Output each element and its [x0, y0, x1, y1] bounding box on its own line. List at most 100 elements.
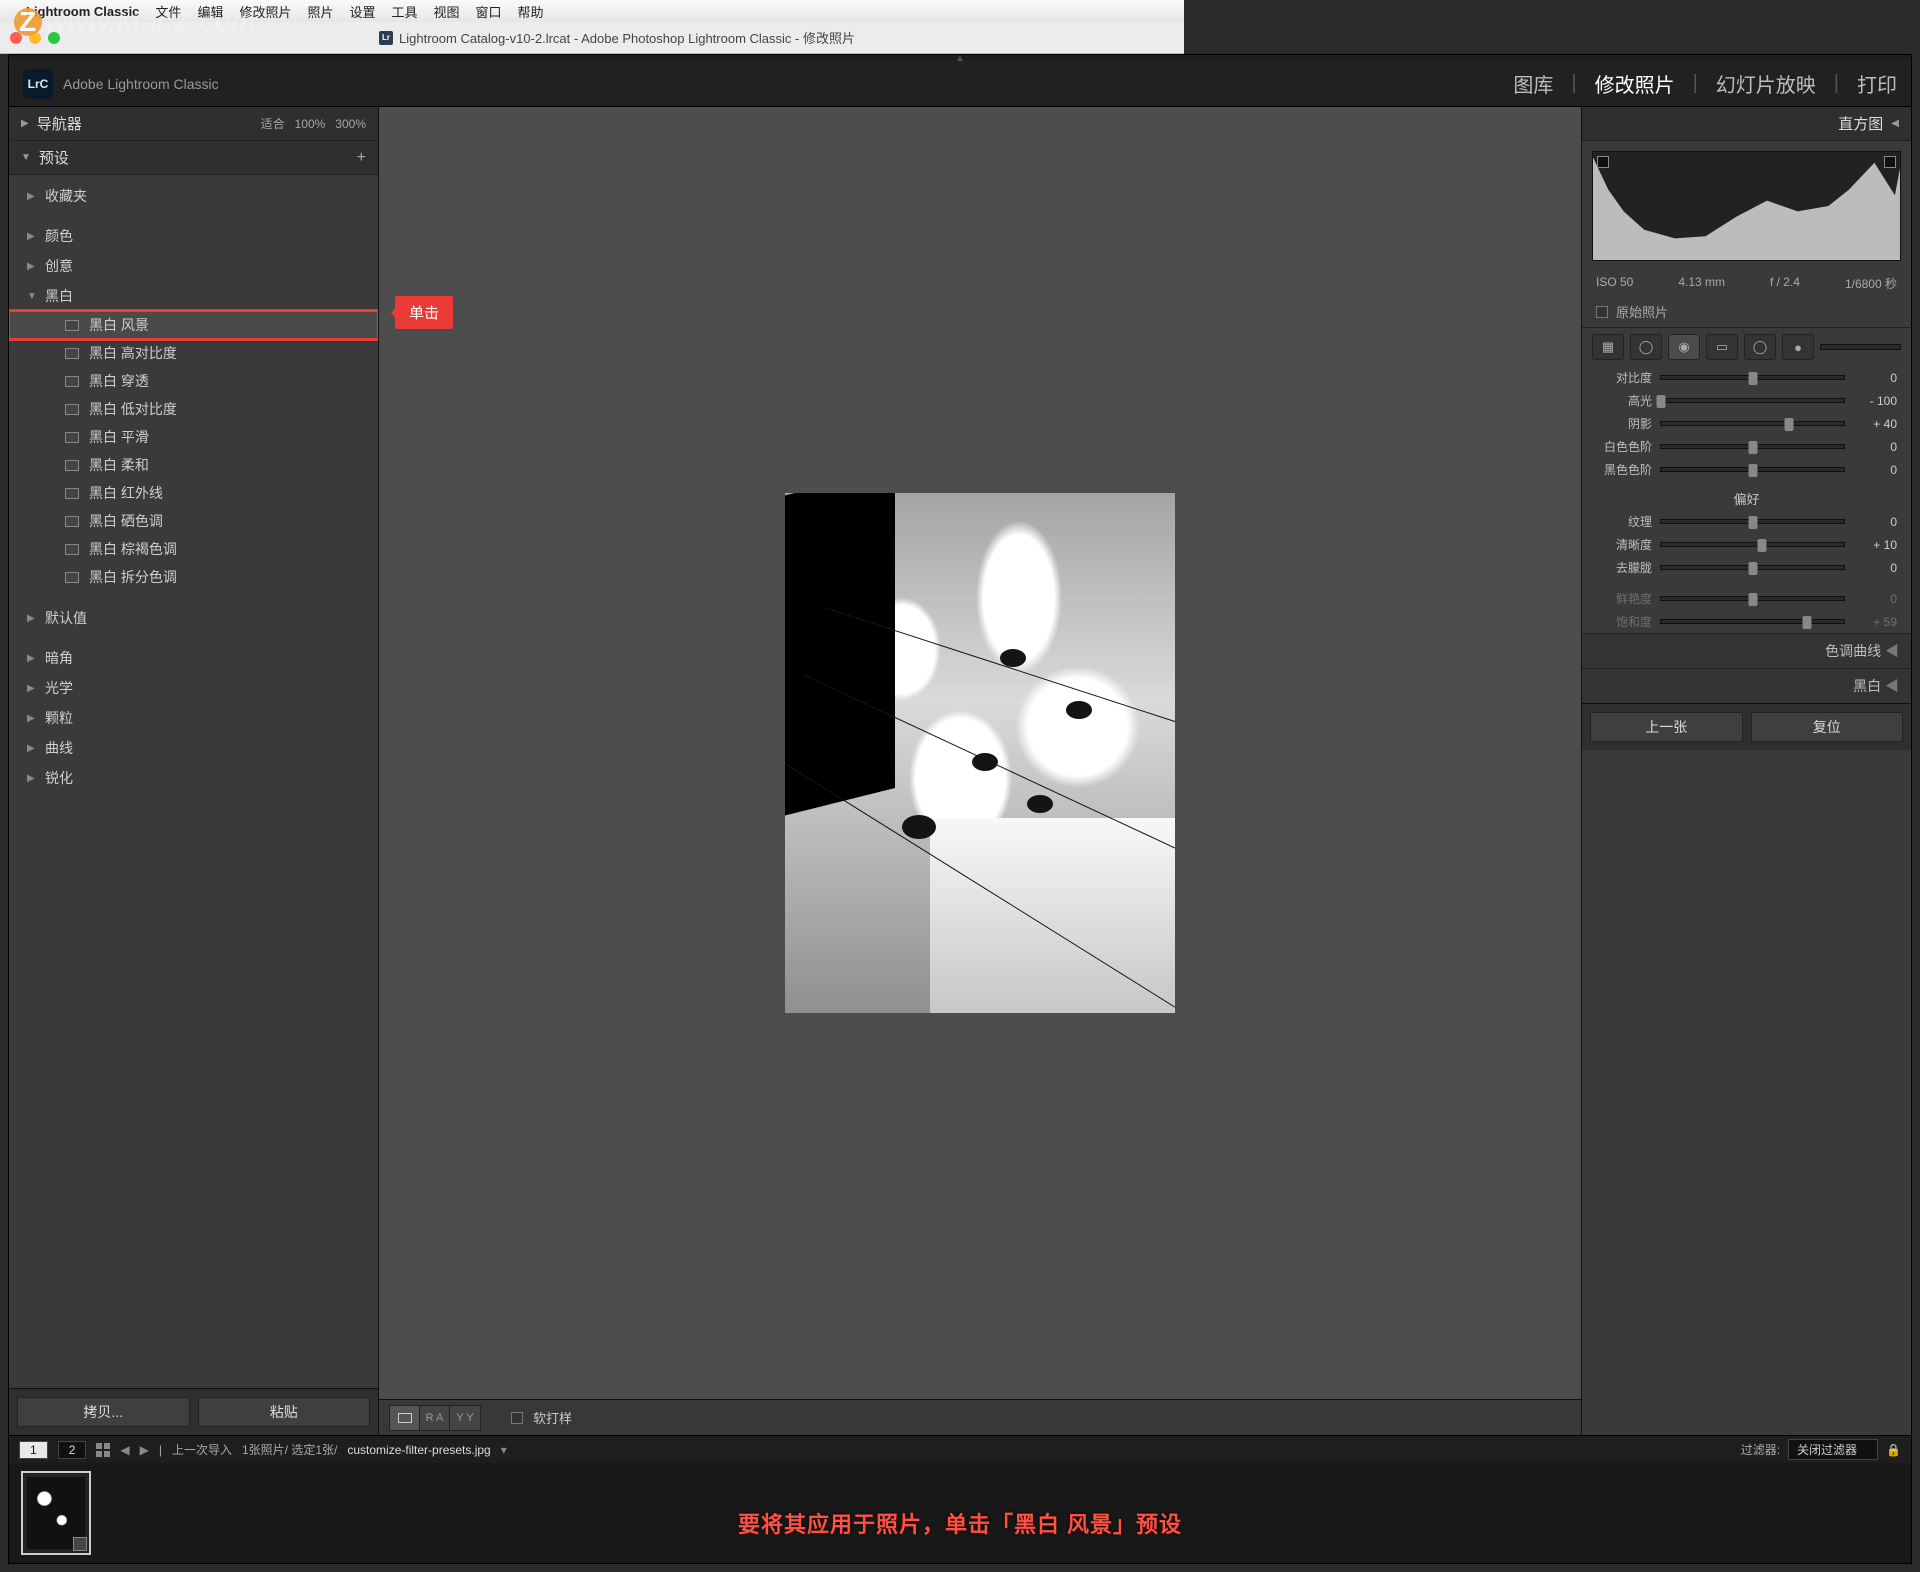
monitor-1-button[interactable]: 1 [19, 1441, 48, 1459]
tone-curve-section[interactable]: 色调曲线 ◀ [1582, 633, 1911, 668]
menubar-app-name[interactable]: Lightroom Classic [26, 4, 139, 19]
nav-back-icon[interactable]: ◀ [120, 1443, 129, 1457]
bw-section[interactable]: 黑白 ◀ [1582, 668, 1911, 703]
preset-group-bw[interactable]: ▼黑白 [9, 281, 378, 311]
slider-knob[interactable] [1757, 539, 1766, 552]
grid-view-icon[interactable] [96, 1443, 110, 1457]
shadow-clip-icon[interactable] [1597, 156, 1609, 168]
slider-knob[interactable] [1748, 441, 1757, 454]
preset-item[interactable]: 黑白 拆分色调 [9, 563, 378, 591]
preset-item[interactable]: 黑白 平滑 [9, 423, 378, 451]
preset-group-favorites[interactable]: ▶收藏夹 [9, 181, 378, 211]
slider-track[interactable] [1660, 444, 1845, 449]
preset-group-curve[interactable]: ▶曲线 [9, 733, 378, 763]
slider-row[interactable]: 黑色色阶0 [1582, 458, 1911, 481]
preset-group-vignette[interactable]: ▶暗角 [9, 643, 378, 673]
slider-row[interactable]: 饱和度+ 59 [1582, 610, 1911, 633]
reset-button[interactable]: 复位 [1751, 712, 1904, 742]
loupe-view-button[interactable] [390, 1406, 420, 1430]
slider-row[interactable]: 对比度0 [1582, 366, 1911, 389]
slider-knob[interactable] [1748, 516, 1757, 529]
slider-track[interactable] [1660, 542, 1845, 547]
softproof-checkbox[interactable] [511, 1412, 523, 1424]
preset-item[interactable]: 黑白 红外线 [9, 479, 378, 507]
slider-row[interactable]: 清晰度+ 10 [1582, 533, 1911, 556]
photo-preview[interactable] [785, 493, 1175, 1013]
slider-track[interactable] [1660, 467, 1845, 472]
preset-group-optics[interactable]: ▶光学 [9, 673, 378, 703]
slider-row[interactable]: 鲜艳度0 [1582, 587, 1911, 610]
preset-group-color[interactable]: ▶颜色 [9, 221, 378, 251]
slider-knob[interactable] [1748, 464, 1757, 477]
preset-item[interactable]: 黑白 高对比度 [9, 339, 378, 367]
slider-knob[interactable] [1748, 372, 1757, 385]
redeye-tool-icon[interactable]: ◉ [1668, 334, 1700, 360]
histogram[interactable] [1592, 151, 1901, 261]
menu-edit[interactable]: 编辑 [197, 2, 223, 21]
module-print[interactable]: 打印 [1857, 69, 1897, 98]
slider-track[interactable] [1660, 398, 1845, 403]
slider-row[interactable]: 白色色阶0 [1582, 435, 1911, 458]
slider-track[interactable] [1660, 375, 1845, 380]
zoom-100[interactable]: 100% [295, 117, 326, 131]
slider-track[interactable] [1660, 619, 1845, 624]
filter-lock-icon[interactable]: 🔒 [1886, 1443, 1901, 1457]
slider-row[interactable]: 去朦胧0 [1582, 556, 1911, 579]
zoom-300[interactable]: 300% [335, 117, 366, 131]
add-preset-icon[interactable]: + [357, 149, 366, 167]
slider-knob[interactable] [1785, 418, 1794, 431]
menu-view[interactable]: 视图 [434, 2, 460, 21]
paste-settings-button[interactable]: 粘贴 [198, 1397, 371, 1427]
slider-knob[interactable] [1657, 395, 1666, 408]
menu-tools[interactable]: 工具 [392, 2, 418, 21]
slider-knob[interactable] [1748, 593, 1757, 606]
minimize-window-button[interactable] [29, 32, 41, 44]
nav-fwd-icon[interactable]: ▶ [140, 1443, 149, 1457]
radial-tool-icon[interactable]: ◯ [1744, 334, 1776, 360]
preset-group-defaults[interactable]: ▶默认值 [9, 603, 378, 633]
slider-knob[interactable] [1803, 616, 1812, 629]
copy-settings-button[interactable]: 拷贝... [17, 1397, 190, 1427]
menu-settings[interactable]: 设置 [349, 2, 375, 21]
slider-knob[interactable] [1748, 562, 1757, 575]
menu-help[interactable]: 帮助 [518, 2, 544, 21]
slider-track[interactable] [1660, 519, 1845, 524]
before-after-yy-button[interactable]: Y Y [450, 1406, 480, 1430]
preset-group-creative[interactable]: ▶创意 [9, 251, 378, 281]
preset-item[interactable]: 黑白 穿透 [9, 367, 378, 395]
highlight-clip-icon[interactable] [1884, 156, 1896, 168]
monitor-2-button[interactable]: 2 [58, 1441, 87, 1459]
preset-item[interactable]: 黑白 硒色调 [9, 507, 378, 535]
filter-dropdown[interactable]: 关闭过滤器 [1788, 1439, 1878, 1460]
preset-group-grain[interactable]: ▶颗粒 [9, 703, 378, 733]
crop-tool-icon[interactable]: ▦ [1592, 334, 1624, 360]
slider-track[interactable] [1660, 565, 1845, 570]
module-slideshow[interactable]: 幻灯片放映 [1716, 69, 1816, 98]
menu-window[interactable]: 窗口 [476, 2, 502, 21]
filmstrip-thumb[interactable] [21, 1471, 91, 1555]
menu-develop[interactable]: 修改照片 [239, 2, 291, 21]
mask-tool-icon[interactable]: ▭ [1706, 334, 1738, 360]
slider-row[interactable]: 高光- 100 [1582, 389, 1911, 412]
preset-item-bw-landscape[interactable]: 黑白 风景 [9, 311, 378, 339]
zoom-window-button[interactable] [48, 32, 60, 44]
presets-header[interactable]: ▼ 预设 + [9, 141, 378, 175]
histogram-header[interactable]: 直方图 ◀ [1582, 107, 1911, 141]
zoom-fit[interactable]: 适合 [261, 115, 285, 132]
preset-item[interactable]: 黑白 柔和 [9, 451, 378, 479]
slider-track[interactable] [1660, 596, 1845, 601]
slider-track[interactable] [1660, 421, 1845, 426]
heal-tool-icon[interactable]: ◯ [1630, 334, 1662, 360]
original-photo-toggle[interactable]: 原始照片 [1582, 296, 1911, 328]
preset-item[interactable]: 黑白 棕褐色调 [9, 535, 378, 563]
menu-photo[interactable]: 照片 [307, 2, 333, 21]
previous-button[interactable]: 上一张 [1590, 712, 1743, 742]
module-develop[interactable]: 修改照片 [1595, 69, 1675, 98]
tool-amount-slider[interactable] [1820, 344, 1901, 350]
menu-file[interactable]: 文件 [155, 2, 181, 21]
navigator-header[interactable]: ▶ 导航器 适合 100% 300% [9, 107, 378, 141]
brush-tool-icon[interactable]: ● [1782, 334, 1814, 360]
close-window-button[interactable] [10, 32, 22, 44]
preset-item[interactable]: 黑白 低对比度 [9, 395, 378, 423]
module-library[interactable]: 图库 [1513, 69, 1553, 98]
